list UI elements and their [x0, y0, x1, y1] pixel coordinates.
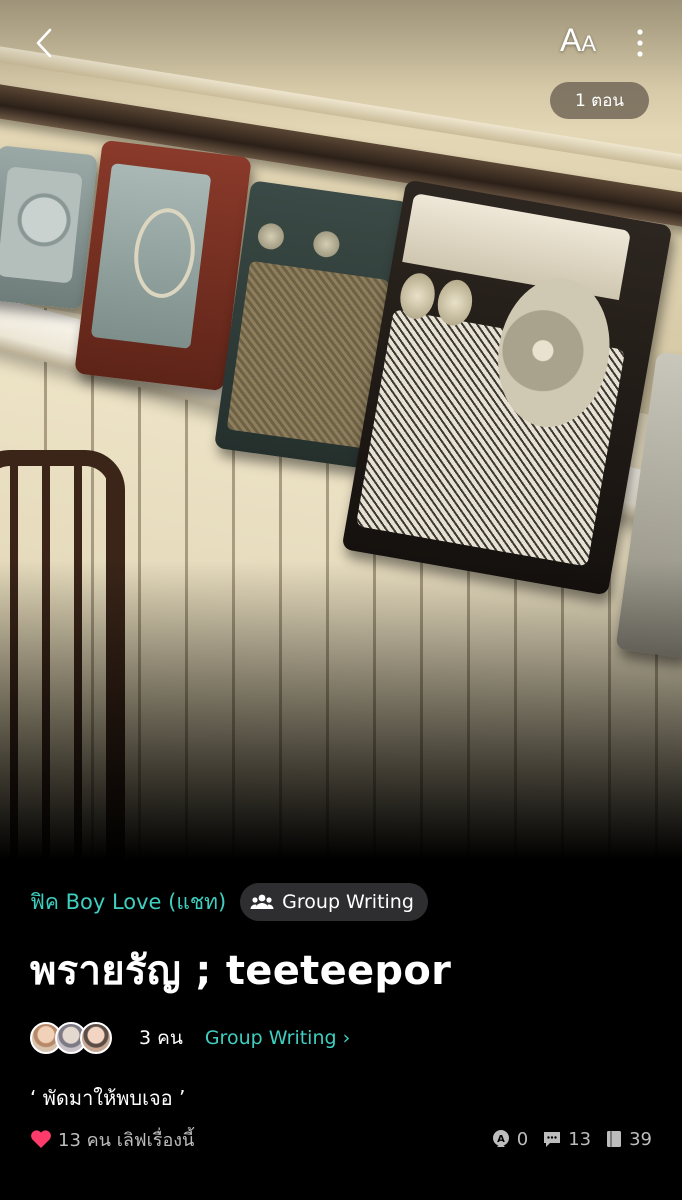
- group-writing-link[interactable]: Group Writing ›: [205, 1027, 350, 1049]
- award-counter: A 0: [491, 1129, 528, 1150]
- badge-label: Group Writing: [282, 891, 414, 913]
- font-size-icon: AA: [560, 22, 597, 58]
- award-icon: A: [492, 1130, 509, 1147]
- member-avatars[interactable]: [30, 1021, 114, 1055]
- avatar: [80, 1022, 112, 1054]
- story-title: พรายรัญ ; teeteepor: [30, 948, 452, 994]
- stats-row: 13 คน เลิฟเรื่องนี้ A 0 13 39: [30, 1124, 652, 1154]
- cover-image: [0, 0, 682, 860]
- book-icon: [607, 1131, 622, 1147]
- heart-icon: [31, 1130, 51, 1148]
- story-tagline: ‘ พัดมาให้พบเจอ ’: [30, 1086, 186, 1110]
- back-arrow-icon: [36, 28, 52, 58]
- comment-counter: 13: [542, 1129, 591, 1150]
- chapter-count-pill[interactable]: 1 ตอน: [550, 82, 649, 119]
- more-options-button[interactable]: [626, 24, 654, 64]
- font-size-button[interactable]: AA: [560, 22, 610, 64]
- back-button[interactable]: [26, 24, 66, 64]
- book-count: 39: [629, 1128, 652, 1150]
- group-people-icon: [250, 894, 274, 909]
- category-link[interactable]: ฟิค Boy Love (แชท): [30, 886, 226, 919]
- award-count: 0: [516, 1128, 529, 1150]
- cover-radio: [74, 139, 252, 392]
- story-counters: A 0 13 39: [477, 1129, 652, 1150]
- group-writing-badge: Group Writing: [240, 883, 428, 921]
- likes-label: 13 คน เลิฟเรื่องนี้: [58, 1129, 195, 1151]
- more-vertical-icon: [637, 29, 643, 57]
- comment-icon: [544, 1132, 561, 1147]
- category-row: ฟิค Boy Love (แชท) Group Writing: [30, 882, 428, 922]
- members-row: 3 คน Group Writing ›: [30, 1018, 350, 1058]
- chapter-count-label: 1 ตอน: [574, 91, 625, 111]
- svg-text:A: A: [497, 1134, 505, 1145]
- cover-radio: [0, 145, 98, 310]
- book-counter: 39: [605, 1129, 652, 1150]
- member-count: 3 คน: [139, 1027, 183, 1049]
- comment-count: 13: [568, 1128, 592, 1150]
- love-button[interactable]: 13 คน เลิฟเรื่องนี้: [30, 1125, 194, 1154]
